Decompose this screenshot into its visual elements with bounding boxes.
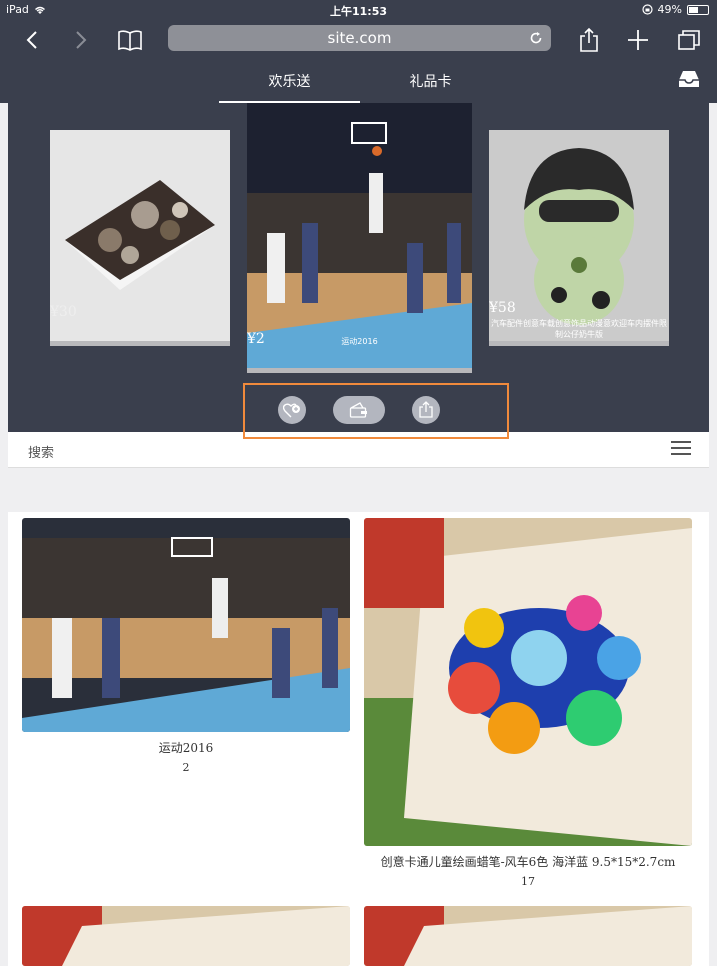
plus-icon <box>628 30 648 50</box>
address-bar[interactable]: site.com <box>168 25 551 51</box>
product-image <box>22 906 350 966</box>
browser-toolbar: site.com <box>0 20 717 61</box>
product-card[interactable] <box>22 906 350 966</box>
heart-plus-icon <box>283 403 300 418</box>
product-image <box>22 518 350 732</box>
rotation-lock-icon <box>641 4 653 15</box>
card-image <box>489 130 669 346</box>
back-button[interactable] <box>17 26 47 54</box>
book-icon <box>118 30 142 51</box>
wallet-button[interactable] <box>333 396 385 424</box>
chevron-left-icon <box>26 31 37 49</box>
product-count: 2 <box>182 761 190 774</box>
favorite-button[interactable] <box>278 396 306 424</box>
card-caption: 运动2016 <box>341 337 378 346</box>
tab-gift-card[interactable]: 礼品卡 <box>360 61 501 103</box>
inbox-button[interactable] <box>677 69 701 89</box>
product-title: 创意卡通儿童绘画蜡笔-风车6色 海洋蓝 9.5*15*2.7cm <box>380 855 676 869</box>
carousel-card[interactable]: ¥58 汽车配件创意车载创意饰品动漫意欢迎车内摆件限制公仔奶牛版 <box>489 130 669 346</box>
card-price: ¥30 <box>50 304 77 320</box>
forward-button[interactable] <box>66 26 96 54</box>
product-count: 17 <box>521 875 535 888</box>
product-card[interactable]: 运动2016 2 <box>22 518 350 778</box>
share-icon <box>580 27 598 52</box>
tabs-icon <box>678 30 700 50</box>
clock: 上午11:53 <box>329 5 387 18</box>
new-tab-button[interactable] <box>623 26 653 54</box>
product-image <box>364 518 692 846</box>
hamburger-icon <box>671 441 691 443</box>
tab-happy-send[interactable]: 欢乐送 <box>219 61 360 103</box>
carousel-card[interactable]: ¥30 <box>50 130 230 346</box>
product-grid: 运动2016 2 创意卡通儿童绘画蜡笔-风车6色 海洋蓝 9.5*15*2.7c… <box>8 512 709 966</box>
product-card[interactable]: 创意卡通儿童绘画蜡笔-风车6色 海洋蓝 9.5*15*2.7cm 17 <box>364 518 692 898</box>
bookmarks-button[interactable] <box>115 26 145 54</box>
product-title: 运动2016 <box>158 741 214 755</box>
tabs-button[interactable] <box>674 26 704 54</box>
status-bar: iPad 上午11:53 49% <box>0 0 717 20</box>
url-text: site.com <box>327 29 392 47</box>
share-page-button[interactable] <box>574 26 604 54</box>
carousel-card-active[interactable]: ¥2 运动2016 <box>247 103 472 373</box>
product-card[interactable] <box>364 906 692 966</box>
reload-icon <box>530 32 542 44</box>
inbox-icon <box>679 71 699 87</box>
share-icon <box>419 401 433 418</box>
reload-button[interactable] <box>529 25 543 53</box>
card-image <box>50 130 230 346</box>
card-price: ¥58 <box>489 300 516 316</box>
product-image <box>364 906 692 966</box>
share-button[interactable] <box>412 396 440 424</box>
chevron-right-icon <box>76 31 87 49</box>
card-caption: 汽车配件创意车载创意饰品动漫意欢迎车内摆件限制公仔奶牛版 <box>491 319 667 339</box>
card-image <box>247 103 472 373</box>
menu-button[interactable] <box>671 441 691 457</box>
battery-percent: 49% <box>657 3 682 16</box>
battery-icon <box>687 4 709 15</box>
search-label: 搜索 <box>28 446 55 461</box>
app-header: 欢乐送 礼品卡 <box>0 61 717 103</box>
wallet-icon <box>349 402 367 418</box>
